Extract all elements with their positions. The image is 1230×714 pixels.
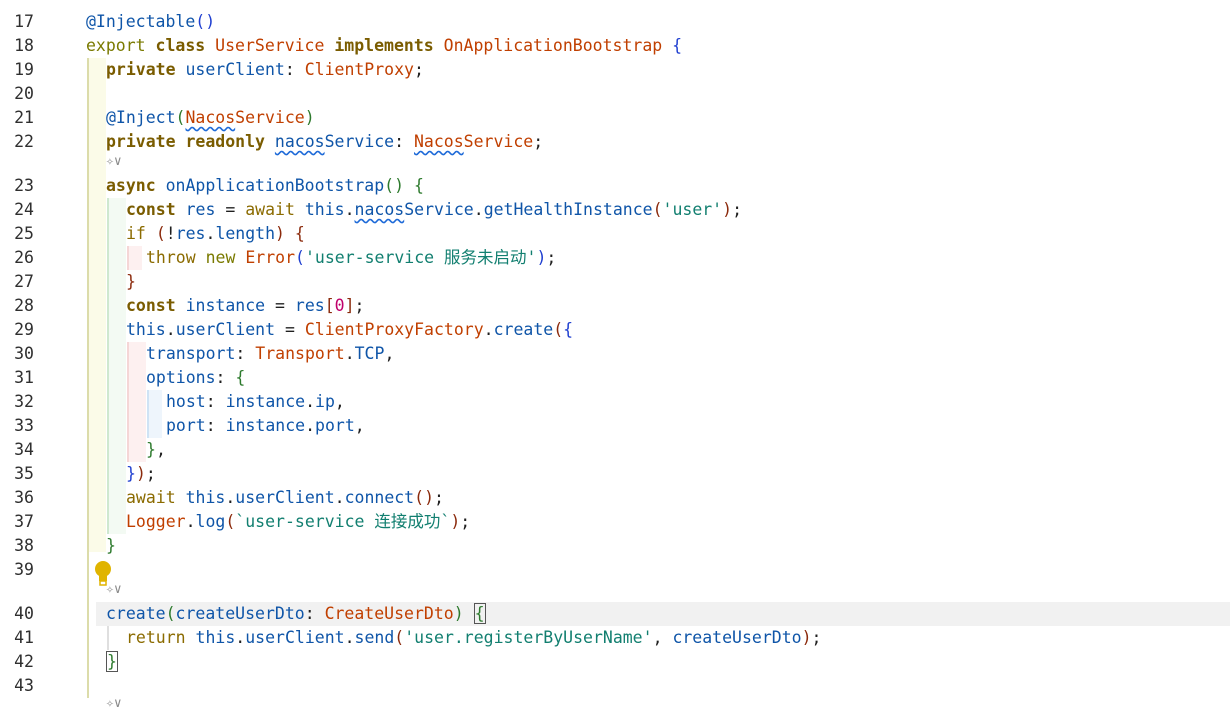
indent-guide-options: [147, 390, 149, 438]
code-line-30: transport: Transport.TCP,: [146, 344, 395, 363]
code-line-25: if (!res.length) {: [126, 224, 305, 243]
code-line-27: }: [126, 272, 136, 291]
code-line-33: port: instance.port,: [166, 416, 365, 435]
code-line-34: },: [146, 440, 166, 459]
code-line-42: }: [106, 651, 118, 672]
code-line-41: return this.userClient.send('user.regist…: [126, 628, 822, 647]
code-line-36: await this.userClient.connect();: [126, 488, 444, 507]
copilot-sparkle-icon: ✧: [106, 696, 114, 711]
chevron-down-icon: ∨: [113, 154, 122, 169]
code-line-23: async onApplicationBootstrap() {: [106, 176, 424, 195]
indent-guide-if: [127, 246, 129, 270]
code-line-19: private userClient: ClientProxy;: [106, 60, 424, 79]
code-line-31: options: {: [146, 368, 246, 387]
code-line-40: create(createUserDto: CreateUserDto) {: [106, 603, 486, 624]
code-line-21: @Inject(NacosService): [106, 108, 315, 127]
code-line-26: throw new Error('user-service 服务未启动');: [146, 248, 557, 267]
code-editor[interactable]: @Injectable() export class UserService i…: [0, 0, 1230, 712]
code-line-28: const instance = res[0];: [126, 296, 365, 315]
indent-guide-create: [107, 626, 109, 650]
indent-guide-class: [87, 58, 89, 698]
indent-shade-options: [148, 390, 162, 438]
indent-shade-method: [108, 198, 126, 534]
code-line-29: this.userClient = ClientProxyFactory.cre…: [126, 320, 574, 339]
indent-guide-object: [127, 342, 129, 462]
code-line-32: host: instance.ip,: [166, 392, 345, 411]
indent-shade-class: [88, 58, 106, 552]
chevron-down-icon: ∨: [113, 696, 122, 711]
copilot-sparkle-icon: ✧: [106, 582, 114, 597]
codelens-actions[interactable]: ✧∨: [106, 580, 136, 600]
code-line-38: }: [106, 536, 116, 555]
code-line-22: private readonly nacosService: NacosServ…: [106, 132, 544, 151]
indent-guide-method: [107, 198, 109, 534]
code-line-18: export class UserService implements OnAp…: [86, 36, 683, 55]
text-cursor: {: [473, 603, 486, 624]
code-line-37: Logger.log(`user-service 连接成功`);: [126, 512, 471, 531]
chevron-down-icon: ∨: [113, 582, 122, 597]
code-line-24: const res = await this.nacosService.getH…: [126, 200, 742, 219]
codelens-actions[interactable]: ✧∨: [106, 694, 136, 714]
code-line-17: @Injectable(): [86, 12, 216, 31]
copilot-sparkle-icon: ✧: [106, 154, 114, 169]
codelens-actions[interactable]: ✧∨: [106, 152, 136, 172]
indent-shade-if: [128, 246, 142, 270]
indent-shade-object: [128, 342, 146, 462]
code-line-35: });: [126, 464, 156, 483]
